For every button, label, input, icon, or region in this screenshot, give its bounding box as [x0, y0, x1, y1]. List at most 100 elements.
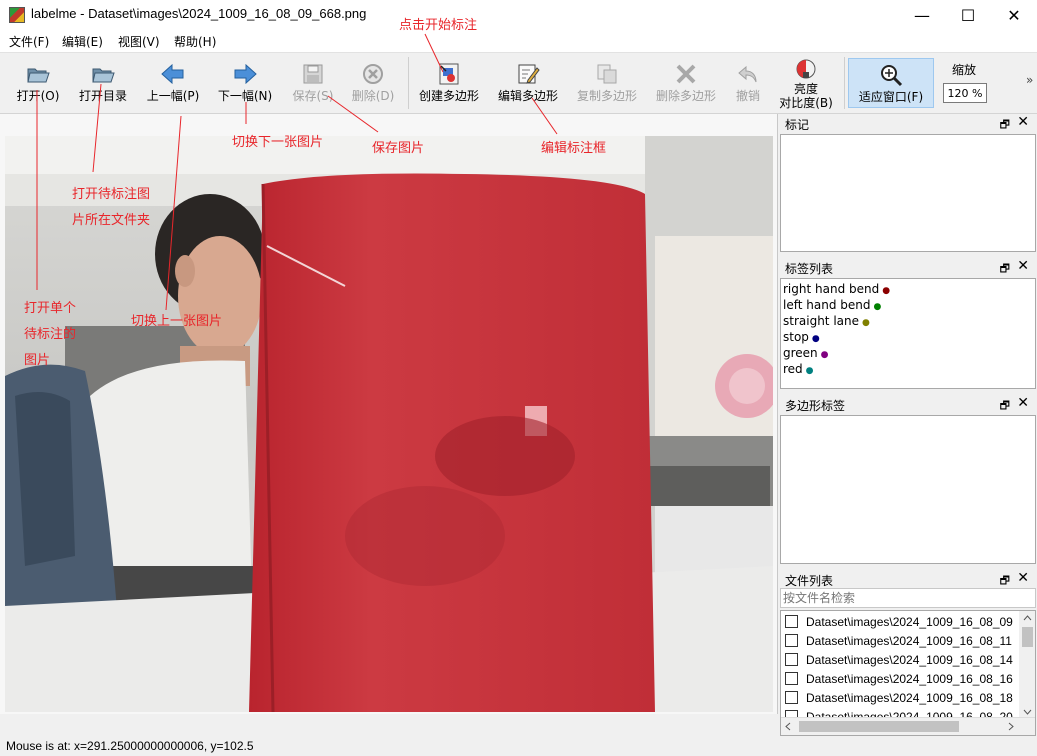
prev-image-button[interactable]: 上一幅(P)	[140, 53, 206, 111]
file-checkbox[interactable]	[785, 615, 798, 628]
zoom-input[interactable]: 120 %	[943, 83, 987, 103]
undo-button[interactable]: 撤销	[728, 53, 768, 111]
brightness-icon	[794, 57, 818, 81]
edit-polygon-button[interactable]: 编辑多边形	[495, 53, 561, 111]
annotation-click-start: 点击开始标注	[399, 18, 478, 33]
save-button[interactable]: 保存(S)	[286, 53, 340, 111]
file-checkbox[interactable]	[785, 653, 798, 666]
label-item[interactable]: red ●	[781, 362, 1035, 378]
file-list-item[interactable]: Dataset\images\2024_1009_16_08_09	[785, 612, 1013, 631]
open-dir-button[interactable]: 打开目录	[72, 53, 134, 111]
label-item[interactable]: right hand bend ●	[781, 282, 1035, 298]
file-checkbox[interactable]	[785, 634, 798, 647]
menu-view[interactable]: 视图(V)	[118, 33, 160, 50]
label-list-dock-title: 标签列表	[785, 262, 834, 276]
annotation-switch-next: 切换下一张图片	[232, 135, 324, 150]
label-color-dot: ●	[873, 302, 882, 312]
file-list-item[interactable]: Dataset\images\2024_1009_16_08_14	[785, 650, 1013, 669]
open-button[interactable]: 打开(O)	[10, 53, 66, 111]
title-bar: labelme - Dataset\images\2024_1009_16_08…	[0, 0, 1037, 30]
open-dir-label: 打开目录	[78, 89, 127, 103]
arrow-right-icon	[233, 62, 257, 86]
label-list[interactable]: right hand bend ● left hand bend ● straigh…	[780, 278, 1036, 389]
window-title: labelme - Dataset\images\2024_1009_16_08…	[31, 6, 367, 21]
edit-polygon-icon	[516, 62, 540, 86]
dock-close-icon[interactable]: ✕	[1017, 395, 1029, 411]
flags-dock: 标记 🗗 ✕	[780, 114, 1037, 254]
toolbar: 打开(O) 打开目录 上一幅(P) 下一幅(N) 保存(S) 删除(D) 创建多…	[0, 53, 1037, 114]
delete-file-button[interactable]: 删除(D)	[346, 53, 400, 111]
arrow-left-icon	[161, 62, 185, 86]
dock-float-icon[interactable]: 🗗	[1000, 116, 1010, 135]
file-list-item[interactable]: Dataset\images\2024_1009_16_08_11	[785, 631, 1012, 650]
open-label: 打开(O)	[16, 89, 60, 103]
dock-close-icon[interactable]: ✕	[1017, 570, 1029, 586]
label-color-dot: ●	[862, 318, 870, 328]
file-checkbox[interactable]	[785, 691, 798, 704]
toolbar-separator	[844, 57, 845, 109]
toolbar-overflow-button[interactable]: »	[1026, 73, 1033, 87]
copy-polygon-button[interactable]: 复制多边形	[574, 53, 640, 111]
annotation-edit-box: 编辑标注框	[541, 141, 607, 156]
polygon-labels-dock-title: 多边形标签	[785, 399, 846, 413]
dock-float-icon[interactable]: 🗗	[1000, 260, 1010, 279]
annotation-open-single-1: 打开单个	[24, 301, 77, 316]
delete-label: 删除(D)	[351, 89, 395, 103]
menu-file[interactable]: 文件(F)	[9, 33, 49, 50]
label-color-dot: ●	[811, 334, 820, 344]
dock-close-icon[interactable]: ✕	[1017, 258, 1029, 274]
delete-polygon-button[interactable]: 删除多边形	[652, 53, 720, 111]
label-item[interactable]: left hand bend ●	[781, 298, 1035, 314]
fit-window-label: 适应窗口(F)	[858, 90, 924, 104]
minimize-button[interactable]: —	[899, 0, 945, 30]
mouse-position-status: Mouse is at: x=291.25000000000006, y=102…	[6, 739, 254, 753]
image-canvas[interactable]	[0, 114, 778, 714]
brightness-label: 亮度 对比度(B)	[779, 82, 833, 110]
polygon-labels-list[interactable]	[780, 415, 1036, 564]
label-color-dot: ●	[805, 366, 814, 376]
file-search-input[interactable]: 按文件名检索	[780, 588, 1036, 608]
flags-dock-title: 标记	[785, 118, 810, 132]
annotation-switch-prev: 切换上一张图片	[131, 314, 223, 329]
create-polygon-icon	[437, 62, 461, 86]
next-label: 下一幅(N)	[217, 89, 273, 103]
annotation-open-single-2: 待标注的	[24, 327, 77, 342]
brightness-contrast-button[interactable]: 亮度 对比度(B)	[774, 53, 838, 111]
file-list-item[interactable]: Dataset\images\2024_1009_16_08_16	[785, 669, 1013, 688]
menu-bar: 文件(F) 编辑(E) 视图(V) 帮助(H)	[0, 30, 1037, 53]
label-item[interactable]: stop ●	[781, 330, 1035, 346]
zoom-fit-icon	[879, 63, 903, 87]
undo-label: 撤销	[735, 89, 760, 103]
zoom-label: 缩放	[952, 63, 977, 77]
save-label: 保存(S)	[292, 89, 334, 103]
dock-float-icon[interactable]: 🗗	[1000, 397, 1010, 416]
maximize-button[interactable]: ☐	[945, 0, 991, 30]
annotation-open-dir-1: 打开待标注图	[72, 187, 151, 202]
copy-icon	[595, 62, 619, 86]
flags-list[interactable]	[780, 134, 1036, 252]
file-checkbox[interactable]	[785, 672, 798, 685]
file-list[interactable]: Dataset\images\2024_1009_16_08_09 Datase…	[780, 610, 1036, 736]
undo-icon	[736, 62, 760, 86]
file-list-item[interactable]: Dataset\images\2024_1009_16_08_18	[785, 688, 1013, 707]
file-list-dock: 文件列表 🗗 ✕ 按文件名检索 Dataset\images\2024_1009…	[780, 570, 1037, 736]
file-list-horizontal-scrollbar[interactable]	[781, 717, 1035, 735]
create-polygon-button[interactable]: 创建多边形	[416, 53, 482, 111]
close-button[interactable]: ✕	[991, 0, 1037, 30]
label-item[interactable]: straight lane ●	[781, 314, 1035, 330]
menu-edit[interactable]: 编辑(E)	[62, 33, 103, 50]
app-icon	[9, 7, 25, 23]
label-list-dock: 标签列表 🗗 ✕ right hand bend ● left hand bend…	[780, 258, 1037, 390]
dock-close-icon[interactable]: ✕	[1017, 114, 1029, 130]
status-bar: Mouse is at: x=291.25000000000006, y=102…	[0, 737, 1037, 756]
label-color-dot: ●	[820, 350, 829, 360]
next-image-button[interactable]: 下一幅(N)	[212, 53, 278, 111]
menu-help[interactable]: 帮助(H)	[174, 33, 216, 50]
prev-label: 上一幅(P)	[146, 89, 200, 103]
cross-icon	[674, 62, 698, 86]
label-color-dot: ●	[882, 286, 891, 296]
annotation-open-single-3: 图片	[24, 353, 51, 368]
fit-window-button[interactable]: 适应窗口(F)	[848, 58, 934, 108]
label-item[interactable]: green ●	[781, 346, 1035, 362]
save-icon	[301, 62, 325, 86]
